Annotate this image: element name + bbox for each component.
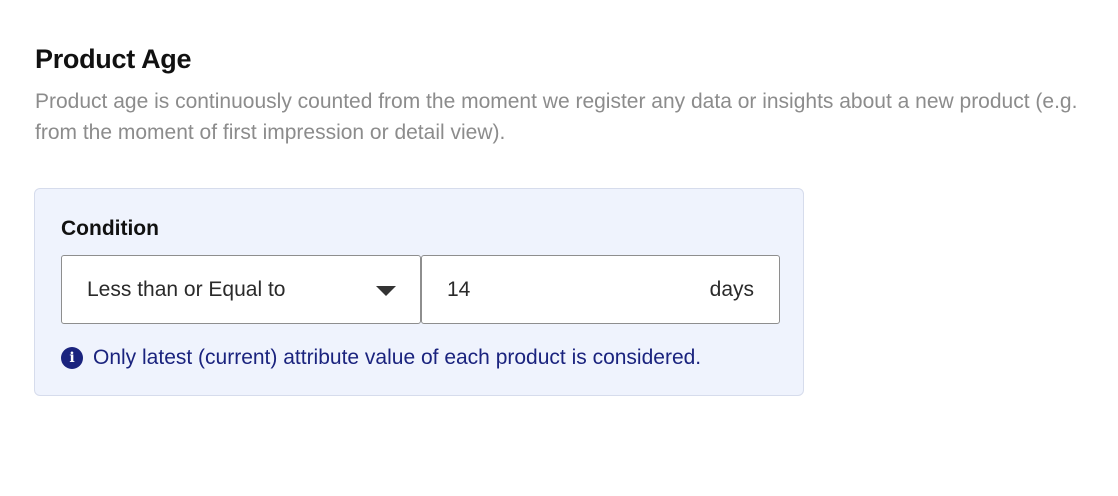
product-age-section: Product Age Product age is continuously …: [0, 0, 1118, 496]
days-value[interactable]: 14: [447, 278, 470, 302]
info-icon: i: [61, 347, 83, 369]
condition-panel: Condition Less than or Equal to 14 days …: [34, 188, 804, 396]
operator-select[interactable]: Less than or Equal to: [61, 255, 421, 324]
info-note-text: Only latest (current) attribute value of…: [93, 346, 702, 369]
days-value-input[interactable]: 14 days: [421, 255, 780, 324]
chevron-down-icon[interactable]: [376, 286, 396, 296]
info-note: i Only latest (current) attribute value …: [61, 343, 701, 373]
section-description: Product age is continuously counted from…: [35, 90, 1078, 144]
days-unit-label: days: [709, 278, 754, 301]
condition-label: Condition: [61, 217, 159, 240]
operator-select-value: Less than or Equal to: [87, 278, 286, 301]
section-title: Product Age: [35, 44, 192, 74]
